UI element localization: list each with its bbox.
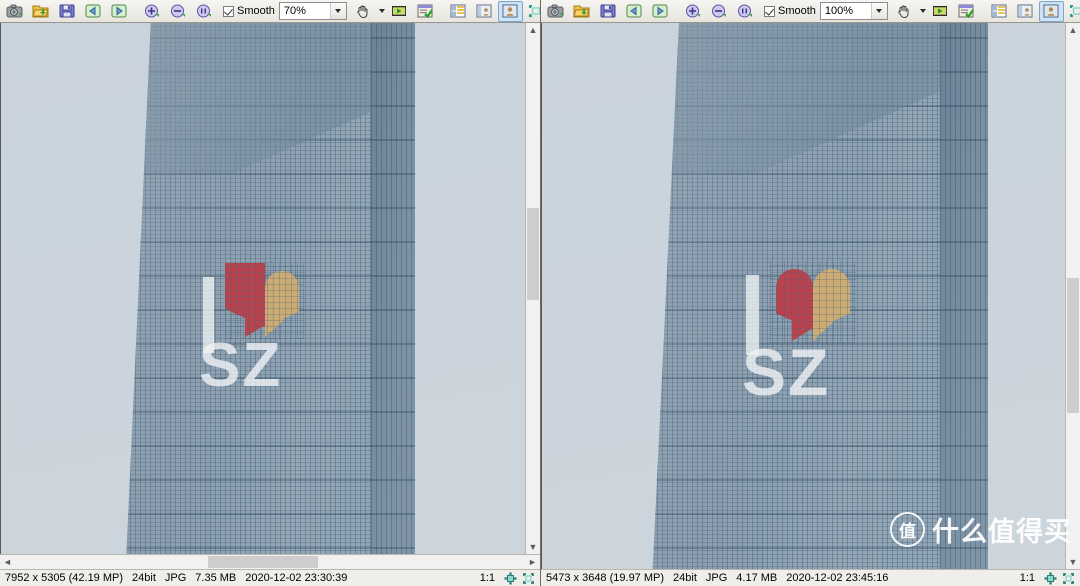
horizontal-scrollbar-left[interactable]: ◄ ► [0, 554, 540, 569]
scroll-up-arrow-icon[interactable]: ▲ [1066, 23, 1080, 37]
mural-i-heart-sz: SZ [738, 257, 918, 407]
previous-button[interactable] [621, 1, 646, 22]
zoom-level-combo[interactable]: 100% [819, 2, 888, 20]
zoom-level-value: 100% [824, 5, 854, 17]
zoom-level-combo[interactable]: 70% [278, 2, 347, 20]
tower-side-facade [940, 23, 988, 569]
smooth-label: Smooth [237, 5, 275, 17]
mural-i-heart-sz: SZ [197, 259, 357, 399]
pan-tool-dropdown[interactable] [918, 9, 928, 13]
checkbox-check-icon [764, 5, 775, 17]
fullscreen-button[interactable] [1065, 1, 1080, 22]
status-bit-depth: 24bit [673, 572, 697, 584]
view-split-button[interactable] [472, 1, 497, 22]
status-bar-right: 5473 x 3648 (19.97 MP) 24bit JPG 4.17 MB… [541, 569, 1080, 586]
options-button[interactable] [413, 1, 438, 22]
image-viewport-right[interactable]: SZ ▲ ▼ 值 什么值得买 [541, 23, 1080, 569]
actual-size-button[interactable] [732, 1, 757, 22]
save-button[interactable] [54, 1, 79, 22]
photo-right: SZ [542, 23, 1080, 569]
zoom-out-button[interactable] [706, 1, 731, 22]
status-format: JPG [705, 572, 728, 584]
smooth-checkbox[interactable]: Smooth [764, 5, 816, 17]
zoom-out-button[interactable] [165, 1, 190, 22]
scroll-left-arrow-icon[interactable]: ◄ [0, 555, 15, 569]
tower-side-facade [371, 23, 415, 554]
viewer-pane-left: Smooth 70% SZ ▲ ▼ ◄ ► 7952 x 5305 (42.19… [0, 0, 544, 586]
vertical-scrollbar-right[interactable]: ▲ ▼ [1065, 23, 1080, 569]
photo-left: SZ [1, 23, 540, 554]
zoom-level-value: 70% [283, 5, 306, 17]
fit-to-window-icon[interactable] [1042, 571, 1059, 586]
fullscreen-status-icon[interactable] [1060, 571, 1077, 586]
capture-button[interactable] [543, 1, 568, 22]
capture-button[interactable] [2, 1, 27, 22]
scroll-up-arrow-icon[interactable]: ▲ [526, 23, 540, 37]
status-dimensions: 7952 x 5305 (42.19 MP) [5, 572, 124, 584]
horizontal-scroll-thumb[interactable] [208, 556, 318, 568]
pan-tool-button[interactable] [892, 1, 917, 22]
toolbar-left: Smooth 70% [0, 0, 544, 23]
view-grid-button[interactable] [446, 1, 471, 22]
zoom-in-button[interactable] [680, 1, 705, 22]
mural-text-sz: SZ [199, 331, 283, 400]
fit-to-window-icon[interactable] [502, 571, 519, 586]
view-single-button[interactable] [1038, 0, 1064, 22]
heart-icon [770, 261, 856, 343]
dual-pane-viewer: Smooth 70% SZ ▲ ▼ ◄ ► 7952 x 5305 (42.19… [0, 0, 1080, 586]
status-zoom-ratio: 1:1 [479, 572, 495, 584]
mural-text-sz: SZ [742, 335, 831, 409]
image-canvas-right: SZ [542, 23, 1080, 569]
chevron-down-icon[interactable] [870, 3, 887, 19]
vertical-scroll-thumb[interactable] [527, 208, 539, 300]
scroll-right-arrow-icon[interactable]: ► [525, 555, 540, 569]
actual-size-button[interactable] [191, 1, 216, 22]
status-bar-left: 7952 x 5305 (42.19 MP) 24bit JPG 7.35 MB… [0, 569, 540, 586]
open-button[interactable] [569, 1, 594, 22]
view-single-button[interactable] [497, 0, 523, 22]
scroll-down-arrow-icon[interactable]: ▼ [526, 540, 540, 554]
slideshow-button[interactable] [387, 1, 412, 22]
status-datetime: 2020-12-02 23:45:16 [786, 572, 889, 584]
side-floor-bands [371, 23, 415, 554]
image-canvas-left: SZ [1, 23, 540, 554]
status-datetime: 2020-12-02 23:30:39 [245, 572, 348, 584]
smooth-checkbox[interactable]: Smooth [223, 5, 275, 17]
pan-tool-dropdown[interactable] [377, 9, 387, 13]
toolbar-right: Smooth 100% [541, 0, 1080, 23]
scroll-down-arrow-icon[interactable]: ▼ [1066, 555, 1080, 569]
chevron-down-icon[interactable] [329, 3, 346, 19]
vertical-scroll-thumb[interactable] [1067, 278, 1079, 413]
view-split-button[interactable] [1013, 1, 1038, 22]
status-filesize: 7.35 MB [195, 572, 237, 584]
smooth-label: Smooth [778, 5, 816, 17]
fullscreen-status-icon[interactable] [520, 571, 537, 586]
slideshow-button[interactable] [928, 1, 953, 22]
image-viewport-left[interactable]: SZ ▲ ▼ [0, 23, 540, 554]
status-zoom-ratio: 1:1 [1019, 572, 1035, 584]
status-filesize: 4.17 MB [736, 572, 778, 584]
viewer-pane-right: Smooth 100% SZ ▲ ▼ 值 什么值得买 5473 x 3648 (… [540, 0, 1080, 586]
options-button[interactable] [954, 1, 979, 22]
status-dimensions: 5473 x 3648 (19.97 MP) [546, 572, 665, 584]
next-button[interactable] [647, 1, 672, 22]
status-bit-depth: 24bit [132, 572, 156, 584]
pan-tool-button[interactable] [351, 1, 376, 22]
vertical-scrollbar-left[interactable]: ▲ ▼ [525, 23, 540, 554]
heart-icon [225, 263, 305, 339]
side-floor-bands [940, 23, 988, 569]
zoom-in-button[interactable] [139, 1, 164, 22]
checkbox-check-icon [223, 5, 234, 17]
status-format: JPG [164, 572, 187, 584]
previous-button[interactable] [80, 1, 105, 22]
save-button[interactable] [595, 1, 620, 22]
open-button[interactable] [28, 1, 53, 22]
next-button[interactable] [106, 1, 131, 22]
view-grid-button[interactable] [987, 1, 1012, 22]
